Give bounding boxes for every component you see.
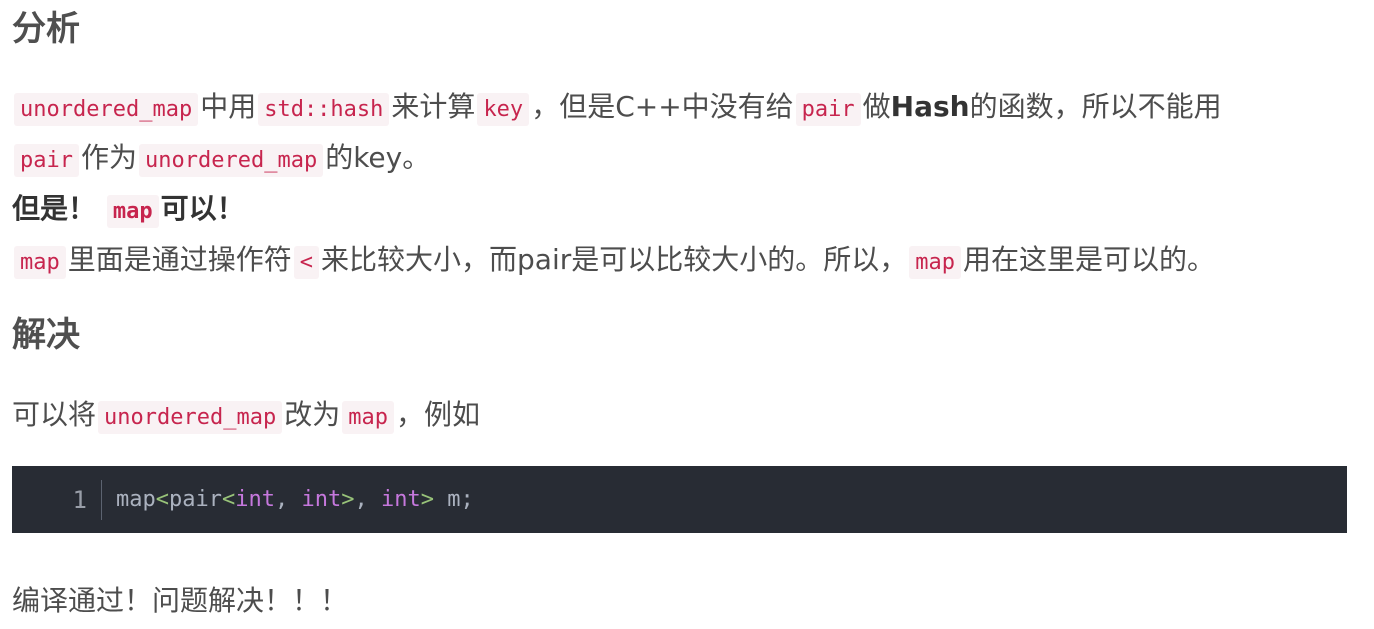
text-run: 来计算 (391, 90, 476, 123)
inline-code: pair (795, 93, 861, 126)
inline-code: unordered_map (98, 401, 283, 434)
code-token: < (155, 487, 169, 512)
inline-code: pair (14, 144, 79, 177)
bold-text: Hash (890, 90, 970, 123)
paragraph-map-compare: map 里面是通过操作符 < 来比较大小，而pair是可以比较大小的。所以， map 用在… (12, 236, 1362, 287)
inline-code: map (909, 246, 961, 279)
text-run: 的函数，所以不能用 (969, 90, 1222, 123)
code-token: int (301, 487, 342, 512)
text-run: 的key。 (325, 141, 431, 174)
line-number: 1 (12, 479, 102, 520)
paragraph-conclusion: 编译通过！问题解决！！！ (12, 584, 349, 617)
paragraph-explanation: unordered_map 中用 std::hash 来计算 key ，但是C++中没有给… (12, 83, 1362, 185)
inline-code: < (293, 246, 320, 279)
text-run: 改为 (284, 398, 341, 431)
text-run: ，但是C++中没有给 (531, 90, 794, 123)
code-token: pair (169, 487, 222, 512)
code-line[interactable]: map<pair<int, int>, int> m; (102, 487, 474, 512)
bold-text: 但是！ (12, 192, 97, 225)
code-token: < (221, 487, 236, 512)
heading-solution: 解决 (12, 315, 80, 355)
inline-code: map (342, 401, 394, 434)
text-run: 中用 (200, 90, 257, 123)
code-block[interactable]: 1 map<pair<int, int>, int> m; (12, 466, 1347, 533)
code-token: , (354, 487, 381, 512)
code-token: m; (433, 487, 474, 512)
text-run: 可以将 (12, 398, 97, 431)
inline-code: std::hash (258, 93, 390, 126)
code-token: int (235, 487, 275, 512)
text-run: 做 (862, 90, 891, 123)
paragraph-solution: 可以将 unordered_map 改为 map ，例如 (12, 391, 1362, 442)
text-run: 用在这里是可以的。 (963, 243, 1216, 276)
article-body: 分析 unordered_map 中用 std::hash 来计算 key ，但是C++中… (0, 0, 1374, 625)
code-token: int (380, 487, 421, 512)
code-token: map (116, 487, 156, 512)
text-run: 来比较大小，而pair是可以比较大小的。所以， (321, 243, 908, 276)
text-run: ，例如 (395, 398, 480, 431)
inline-code: unordered_map (139, 144, 324, 177)
inline-code: unordered_map (14, 93, 199, 126)
code-token: > (341, 487, 355, 512)
text-run: 里面是通过操作符 (67, 243, 292, 276)
inline-code: map (14, 246, 66, 279)
text-run: 作为 (80, 141, 137, 174)
inline-code: key (477, 93, 530, 126)
bold-text: 可以！ (160, 192, 245, 225)
inline-code: map (106, 195, 159, 228)
code-token: > (420, 487, 434, 512)
paragraph-emphasis: 但是！ map 可以！ (12, 185, 1362, 236)
heading-analysis: 分析 (12, 9, 80, 49)
code-token: , (274, 487, 302, 512)
